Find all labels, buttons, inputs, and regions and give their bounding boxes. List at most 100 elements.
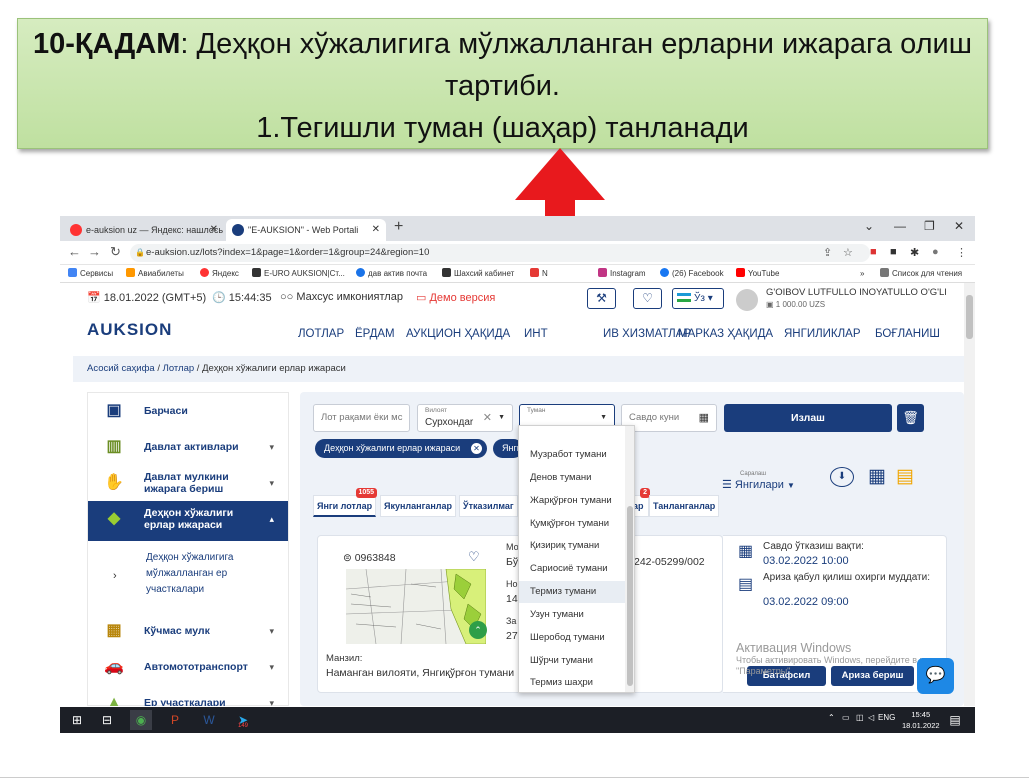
forward-icon[interactable]: → bbox=[88, 244, 101, 259]
region-select[interactable]: Вилоят Сурхондаr ✕ ▼ bbox=[417, 404, 513, 432]
close-tab-icon[interactable]: ✕ bbox=[372, 219, 380, 241]
lot-number-input[interactable]: Лот рақами ёки мс bbox=[313, 404, 410, 432]
share-icon[interactable]: ⇪ bbox=[823, 246, 832, 259]
menu-help[interactable]: ЁРДАМ bbox=[355, 328, 395, 340]
site-logo[interactable]: AUKSION bbox=[87, 320, 172, 345]
sidebar-item-state-assets[interactable]: ▥ Давлат активлари ▾ bbox=[88, 429, 288, 465]
district-option-termiz[interactable]: Термиз тумани bbox=[519, 581, 625, 603]
district-option[interactable]: Шеробод тумани bbox=[519, 627, 625, 649]
tab-finished[interactable]: Якунланганлар bbox=[380, 495, 456, 517]
bookmark-item[interactable]: Яндекс bbox=[200, 265, 239, 282]
profile-icon[interactable]: ● bbox=[932, 246, 939, 258]
favorite-heart-icon[interactable]: ♡ bbox=[468, 549, 480, 565]
calendar-icon[interactable]: ▦ bbox=[699, 405, 709, 431]
bookmark-item[interactable]: Instagram bbox=[598, 265, 646, 282]
avatar[interactable] bbox=[736, 289, 758, 311]
district-option[interactable]: Музработ тумани bbox=[519, 444, 625, 466]
volume-icon[interactable]: ◁ bbox=[868, 713, 874, 722]
reload-icon[interactable]: ↻ bbox=[110, 244, 121, 260]
close-icon[interactable]: ✕ bbox=[471, 443, 482, 454]
district-option[interactable]: Жарқўрғон тумани bbox=[519, 490, 625, 512]
dropdown-scrollbar[interactable] bbox=[625, 426, 634, 692]
tab-search-icon[interactable]: ⌄ bbox=[864, 219, 874, 233]
bookmark-item[interactable]: Авиабилеты bbox=[126, 265, 184, 282]
menu-about-center[interactable]: МАРКАЗ ҲАҚИДА bbox=[678, 328, 773, 340]
battery-icon[interactable]: ▭ bbox=[842, 713, 850, 722]
bookmark-star-icon[interactable]: ☆ bbox=[843, 246, 853, 259]
url-field[interactable]: 🔒 e-auksion.uz/lots?index=1&page=1&order… bbox=[130, 244, 870, 262]
district-option[interactable]: Денов тумани bbox=[519, 467, 625, 489]
browser-tab-yandex[interactable]: e-auksion uz — Яндекс: нашлось ✕ bbox=[64, 219, 224, 241]
restore-icon[interactable]: ❐ bbox=[924, 219, 935, 233]
clear-icon[interactable]: ✕ bbox=[483, 405, 492, 431]
bookmark-item[interactable]: E-URO AUKSION|Ст... bbox=[252, 265, 345, 282]
back-icon[interactable]: ← bbox=[68, 244, 81, 259]
district-option[interactable]: Қумқўрғон тумани bbox=[519, 513, 625, 535]
download-icon[interactable]: ⬇ bbox=[830, 467, 854, 487]
sort-select[interactable]: Саралаш ☰ Янгилари ▼ bbox=[722, 469, 795, 491]
auction-date-input[interactable]: Савдо куни ▦ bbox=[621, 404, 717, 432]
menu-lots[interactable]: ЛОТЛАР bbox=[298, 328, 344, 340]
tab-selected[interactable]: Танланганлар bbox=[649, 495, 720, 517]
favorites-button[interactable]: ♡ bbox=[633, 288, 662, 309]
search-button[interactable]: Излаш bbox=[724, 404, 892, 432]
input-language[interactable]: ENG bbox=[878, 713, 895, 722]
minimize-icon[interactable]: — bbox=[894, 219, 906, 233]
more-menu-icon[interactable]: ⋮ bbox=[956, 246, 967, 259]
system-clock[interactable]: 15:45 18.01.2022 bbox=[902, 709, 940, 731]
bookmark-item[interactable]: YouTube bbox=[736, 265, 779, 282]
network-icon[interactable]: ◫ bbox=[856, 713, 864, 722]
close-tab-icon[interactable]: ✕ bbox=[210, 219, 218, 241]
tab-not-held[interactable]: Ўтказилмаг bbox=[459, 495, 518, 517]
bookmark-item[interactable]: Сервисы bbox=[68, 265, 113, 282]
demo-link[interactable]: ▭ Демо версия bbox=[416, 291, 495, 304]
lot-map-image[interactable] bbox=[346, 569, 486, 644]
bookmark-item[interactable]: N bbox=[530, 265, 548, 282]
powerpoint-icon[interactable]: P bbox=[164, 710, 186, 730]
district-option[interactable]: Узун тумани bbox=[519, 604, 625, 626]
list-view-icon[interactable]: ▤ bbox=[896, 467, 914, 486]
zoom-map-icon[interactable]: ⌃ bbox=[469, 621, 487, 639]
extension-icon[interactable]: ■ bbox=[890, 246, 897, 258]
bookmark-item[interactable]: (26) Facebook bbox=[660, 265, 724, 282]
breadcrumb-lots[interactable]: Лотлар bbox=[163, 363, 195, 374]
sidebar-item-farm-rent[interactable]: ◆ Деҳқон хўжалиги ерлар ижараси ▴ bbox=[88, 501, 288, 541]
language-select[interactable]: Ўз ▾ bbox=[672, 288, 724, 309]
gavel-button[interactable]: ⚒ bbox=[587, 288, 616, 309]
bookmark-item[interactable]: Шахсий кабинет bbox=[442, 265, 514, 282]
chrome-icon[interactable]: ◉ bbox=[130, 710, 152, 730]
district-option[interactable]: Қизириқ тумани bbox=[519, 535, 625, 557]
page-scrollbar[interactable] bbox=[964, 283, 975, 706]
chat-button[interactable]: 💬 bbox=[917, 658, 954, 694]
extension-icon[interactable]: ■ bbox=[870, 246, 877, 258]
new-tab-icon[interactable]: + bbox=[394, 218, 403, 236]
bookmark-item[interactable]: Список для чтения bbox=[880, 265, 962, 282]
menu-contact[interactable]: БОҒЛАНИШ bbox=[875, 328, 940, 340]
task-view-icon[interactable]: ⊟ bbox=[96, 710, 118, 730]
menu-about-auction[interactable]: АУКЦИОН ҲАҚИДА bbox=[406, 328, 510, 340]
menu-news[interactable]: ЯНГИЛИКЛАР bbox=[784, 328, 861, 340]
sidebar-item-land-plots[interactable]: ▲ Ер участкалари ▾ bbox=[88, 685, 288, 706]
sidebar-subitem-farm-land[interactable]: › Деҳқон хўжалигига мўлжалланган ер учас… bbox=[88, 544, 288, 606]
clear-filters-button[interactable]: 🗑 bbox=[897, 404, 924, 432]
tray-chevron-icon[interactable]: ⌃ bbox=[828, 713, 835, 722]
sidebar-item-real-estate[interactable]: ▦ Кўчмас мулк ▾ bbox=[88, 613, 288, 649]
district-option[interactable]: Сариосиё тумани bbox=[519, 558, 625, 580]
filter-chip-category[interactable]: Деҳқон хўжалиги ерлар ижараси ✕ bbox=[315, 439, 487, 458]
browser-tab-auksion[interactable]: "E-AUKSION" - Web Portali ✕ bbox=[226, 219, 386, 241]
district-option[interactable]: Шўрчи тумани bbox=[519, 650, 625, 672]
sidebar-item-state-rent[interactable]: ✋ Давлат мулкини ижарага бериш ▾ bbox=[88, 465, 288, 501]
word-icon[interactable]: W bbox=[198, 710, 220, 730]
grid-view-icon[interactable]: ▦ bbox=[868, 467, 886, 486]
accessibility-link[interactable]: ○○ Махсус имкониятлар bbox=[280, 291, 403, 303]
district-option-partial[interactable] bbox=[519, 426, 625, 438]
menu-interactive[interactable]: ИНТ bbox=[524, 328, 548, 340]
breadcrumb-home[interactable]: Асосий саҳифа bbox=[87, 363, 155, 374]
user-info[interactable]: G'OIBOV LUTFULLO INOYATULLO O'G'LI ▣ 1 00… bbox=[766, 287, 947, 309]
bookmarks-overflow[interactable]: » bbox=[860, 265, 864, 282]
bookmark-item[interactable]: дав актив почта bbox=[356, 265, 427, 282]
notifications-icon[interactable]: ▤ bbox=[944, 710, 966, 730]
sidebar-item-vehicles[interactable]: 🚗 Автомототранспорт ▾ bbox=[88, 649, 288, 685]
puzzle-icon[interactable]: ✱ bbox=[910, 246, 919, 259]
close-window-icon[interactable]: ✕ bbox=[954, 219, 964, 233]
